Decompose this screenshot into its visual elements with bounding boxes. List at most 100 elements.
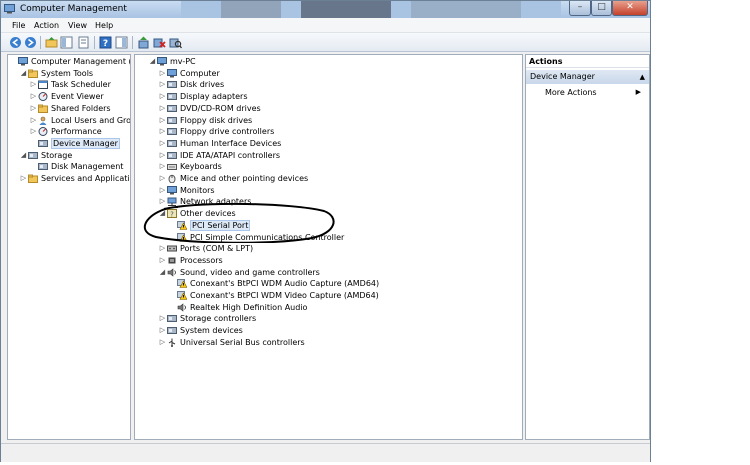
collapse-arrow-icon[interactable]: ◢ [20,68,27,79]
collapse-arrow-icon[interactable]: ◢ [159,267,166,278]
actions-section-device-manager[interactable]: Device Manager ▲ [526,70,649,84]
scan-hardware-icon[interactable] [169,36,182,49]
expand-arrow-icon[interactable]: ▷ [20,173,27,184]
device-tree-item[interactable]: ▷ Computer [159,68,220,79]
device-tree-item[interactable]: ▷ Human Interface Devices [159,138,281,149]
device-tree-item[interactable]: ▷ Ports (COM & LPT) [159,243,253,254]
expand-arrow-icon[interactable]: ▷ [159,185,166,196]
storage-icon [28,151,38,160]
console-tree-item[interactable]: ◢ System Tools [20,68,93,79]
device-tree-item[interactable]: ▷ Universal Serial Bus controllers [159,337,305,348]
expand-arrow-icon[interactable]: ▷ [159,313,166,324]
console-tree-item-label: Storage [41,150,73,160]
device-tree-item[interactable]: Realtek High Definition Audio [169,302,307,313]
device-tree-item[interactable]: ▷ Disk drives [159,79,224,90]
expand-arrow-icon[interactable]: ▷ [159,79,166,90]
minimize-button[interactable]: – [569,1,591,16]
device-tree-item[interactable]: ▷ IDE ATA/ATAPI controllers [159,150,280,161]
expand-arrow-icon[interactable]: ▷ [30,126,37,137]
menu-help[interactable]: Help [95,21,113,30]
console-tree-pane[interactable]: Computer Management (Local◢System Tools▷… [7,54,131,440]
menu-view[interactable]: View [68,21,87,30]
expand-arrow-icon[interactable]: ▷ [159,173,166,184]
expand-arrow-icon[interactable]: ▷ [30,91,37,102]
console-tree-item[interactable]: Disk Management [30,161,123,172]
console-tree-item[interactable]: ▷ Task Scheduler [30,79,111,90]
console-tree-item-label: Services and Applications [41,174,130,183]
device-tree-item[interactable]: ▷ DVD/CD-ROM drives [159,103,261,114]
expand-arrow-icon[interactable]: ▷ [30,103,37,114]
title-bar[interactable]: Computer Management – □ ✕ [1,1,650,18]
mouse-icon [167,174,177,184]
computer-management-icon [18,57,28,66]
disable-device-icon[interactable] [153,36,166,49]
expand-arrow-icon[interactable]: ▷ [159,126,166,137]
console-tree-item[interactable]: ◢ Storage [20,150,73,161]
computer-icon [167,68,177,78]
console-tree-item[interactable]: ▷ Shared Folders [30,103,111,114]
show-hide-console-tree-icon[interactable] [60,36,73,49]
expand-arrow-icon[interactable]: ▷ [30,79,37,90]
system-devices-icon [167,326,177,335]
warning-sound-icon [177,291,188,300]
device-tree-item[interactable]: ▷ Mice and other pointing devices [159,173,308,184]
expand-arrow-icon[interactable]: ▷ [159,68,166,79]
device-tree-item-label: IDE ATA/ATAPI controllers [180,150,281,160]
show-hide-action-pane-icon[interactable] [115,36,128,49]
device-tree-item[interactable]: ◢ Sound, video and game controllers [159,267,320,278]
device-tree-item-label: Display adapters [180,92,248,102]
expand-arrow-icon[interactable]: ▷ [159,325,166,336]
collapse-arrow-icon[interactable]: ◢ [149,56,156,67]
device-tree-item[interactable]: ▷ Storage controllers [159,313,256,324]
device-tree-item[interactable]: ▷ System devices [159,325,243,336]
update-driver-icon[interactable] [137,36,150,49]
expand-arrow-icon[interactable]: ▷ [159,138,166,149]
device-tree-item[interactable]: ▷ Floppy drive controllers [159,126,274,137]
device-tree-item[interactable]: ▷ Monitors [159,185,215,196]
device-tree-item[interactable]: ▷ Display adapters [159,91,248,102]
console-tree-item[interactable]: ▷ Performance [30,126,102,137]
console-tree-item[interactable]: ▷ Services and Applications [20,173,130,184]
expand-arrow-icon[interactable]: ▷ [159,161,166,172]
up-folder-icon[interactable] [45,36,58,49]
properties-sheet-icon[interactable] [77,36,90,49]
console-tree-item[interactable]: ▷ Local Users and Groups [30,115,130,126]
warning-sound-icon [177,279,188,289]
expand-arrow-icon[interactable]: ▷ [159,91,166,102]
forward-arrow-icon[interactable] [24,36,37,49]
device-tree-pane[interactable]: ◢ mv-PC ▷ Computer ▷ Disk drives ▷ Display adap… [134,54,523,440]
expand-arrow-icon[interactable]: ▷ [159,115,166,126]
device-tree-item-label: mv-PC [170,57,196,66]
actions-title: Actions [526,55,649,68]
hid-icon [167,139,177,148]
expand-arrow-icon[interactable]: ▷ [159,243,166,254]
expand-arrow-icon[interactable]: ▷ [159,337,166,348]
disk-drive-icon [167,80,177,89]
console-tree-item[interactable]: ▷ Event Viewer [30,91,104,102]
expand-arrow-icon[interactable]: ▷ [159,150,166,161]
expand-arrow-icon[interactable]: ▷ [159,103,166,114]
collapse-arrow-icon[interactable]: ◢ [20,150,27,161]
maximize-button[interactable]: □ [591,1,612,16]
device-tree-item[interactable]: ◢ mv-PC [149,56,196,67]
device-tree-item[interactable]: ▷ Floppy disk drives [159,115,252,126]
console-tree-item[interactable]: Device Manager [30,137,120,149]
device-tree-item[interactable]: ▷ Keyboards [159,161,222,172]
device-tree-item-label: Storage controllers [180,314,257,324]
console-tree-item-label: Device Manager [51,137,120,149]
console-tree-item[interactable]: Computer Management (Local [10,56,130,67]
more-actions-link[interactable]: More Actions [545,88,597,97]
help-icon[interactable]: ? [99,36,112,49]
device-tree-item[interactable]: ▷ Processors [159,255,223,266]
device-tree-item[interactable]: Conexant's BtPCI WDM Audio Capture (AMD6… [169,278,379,289]
device-tree-item-label: Computer [180,68,220,78]
menu-file[interactable]: File [12,21,25,30]
device-tree-item[interactable]: Conexant's BtPCI WDM Video Capture (AMD6… [169,290,379,301]
menu-action[interactable]: Action [34,21,59,30]
back-arrow-icon[interactable] [9,36,22,49]
expand-arrow-icon[interactable]: ▷ [159,255,166,266]
close-button[interactable]: ✕ [612,1,648,16]
expand-arrow-icon[interactable]: ▷ [30,115,37,126]
toolbar-separator [132,36,133,49]
collapse-arrow-icon[interactable]: ▲ [640,73,645,81]
